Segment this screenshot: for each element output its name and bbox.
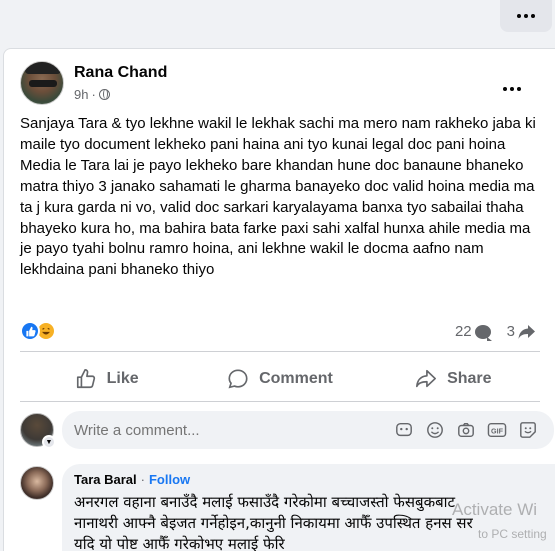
thumbs-up-icon (76, 369, 95, 389)
post-more-button[interactable] (494, 71, 530, 107)
post-header: Rana Chand 9h · (20, 61, 540, 107)
sticker-icon[interactable] (518, 420, 538, 440)
commenter-name[interactable]: Tara Baral (74, 472, 137, 487)
post-meta: 9h · (74, 87, 110, 102)
commenter-avatar[interactable] (20, 466, 54, 500)
gif-icon[interactable]: GIF (487, 420, 507, 440)
post-actions: Like Comment Share (20, 359, 540, 399)
user-avatar[interactable]: ▼ (20, 413, 56, 449)
author-avatar[interactable] (20, 61, 64, 105)
chevron-down-icon[interactable]: ▼ (42, 435, 56, 449)
globe-icon (98, 89, 110, 100)
svg-text:GIF: GIF (491, 427, 504, 436)
share-count[interactable]: 3 (507, 323, 536, 340)
camera-icon[interactable] (456, 420, 476, 440)
like-reaction-icon (20, 321, 40, 341)
comment-icon (228, 369, 248, 389)
comment-count[interactable]: 22 (455, 323, 492, 341)
divider (20, 351, 540, 352)
comment-bubble-icon (474, 324, 492, 341)
comment-text: अनरगल वहाना बनाउँदै मलाई फसाउँदै गरेकोमा… (74, 493, 473, 551)
activate-windows-watermark: Activate Wi to PC setting (452, 500, 547, 541)
separator: · (140, 472, 145, 487)
comment-composer: ▼ GIF (20, 411, 554, 451)
top-more-button[interactable] (500, 0, 552, 32)
more-dots-icon (517, 14, 535, 18)
author-name[interactable]: Rana Chand (74, 64, 167, 82)
avatar-sticker-icon[interactable] (394, 420, 414, 440)
composer-tools: GIF (394, 420, 538, 440)
follow-button[interactable]: Follow (149, 472, 190, 487)
divider (20, 401, 540, 402)
more-dots-icon (503, 87, 521, 91)
emoji-icon[interactable] (425, 420, 445, 440)
comment-header: Tara Baral · Follow (74, 472, 550, 487)
reaction-icons[interactable] (20, 321, 56, 341)
post-time[interactable]: 9h (74, 87, 88, 102)
reactions-bar: 22 3 (20, 321, 540, 345)
like-button[interactable]: Like (20, 359, 193, 399)
post-text: Sanjaya Tara & tyo lekhne wakil le lekha… (20, 115, 536, 279)
engagement-counts: 22 3 (455, 323, 536, 341)
comment-button[interactable]: Comment (193, 359, 366, 399)
share-arrow-icon (518, 324, 535, 339)
post-card: Rana Chand 9h · Sanjaya Tara & tyo lekhn… (3, 48, 555, 551)
share-button[interactable]: Share (367, 359, 540, 399)
share-icon (416, 369, 437, 388)
